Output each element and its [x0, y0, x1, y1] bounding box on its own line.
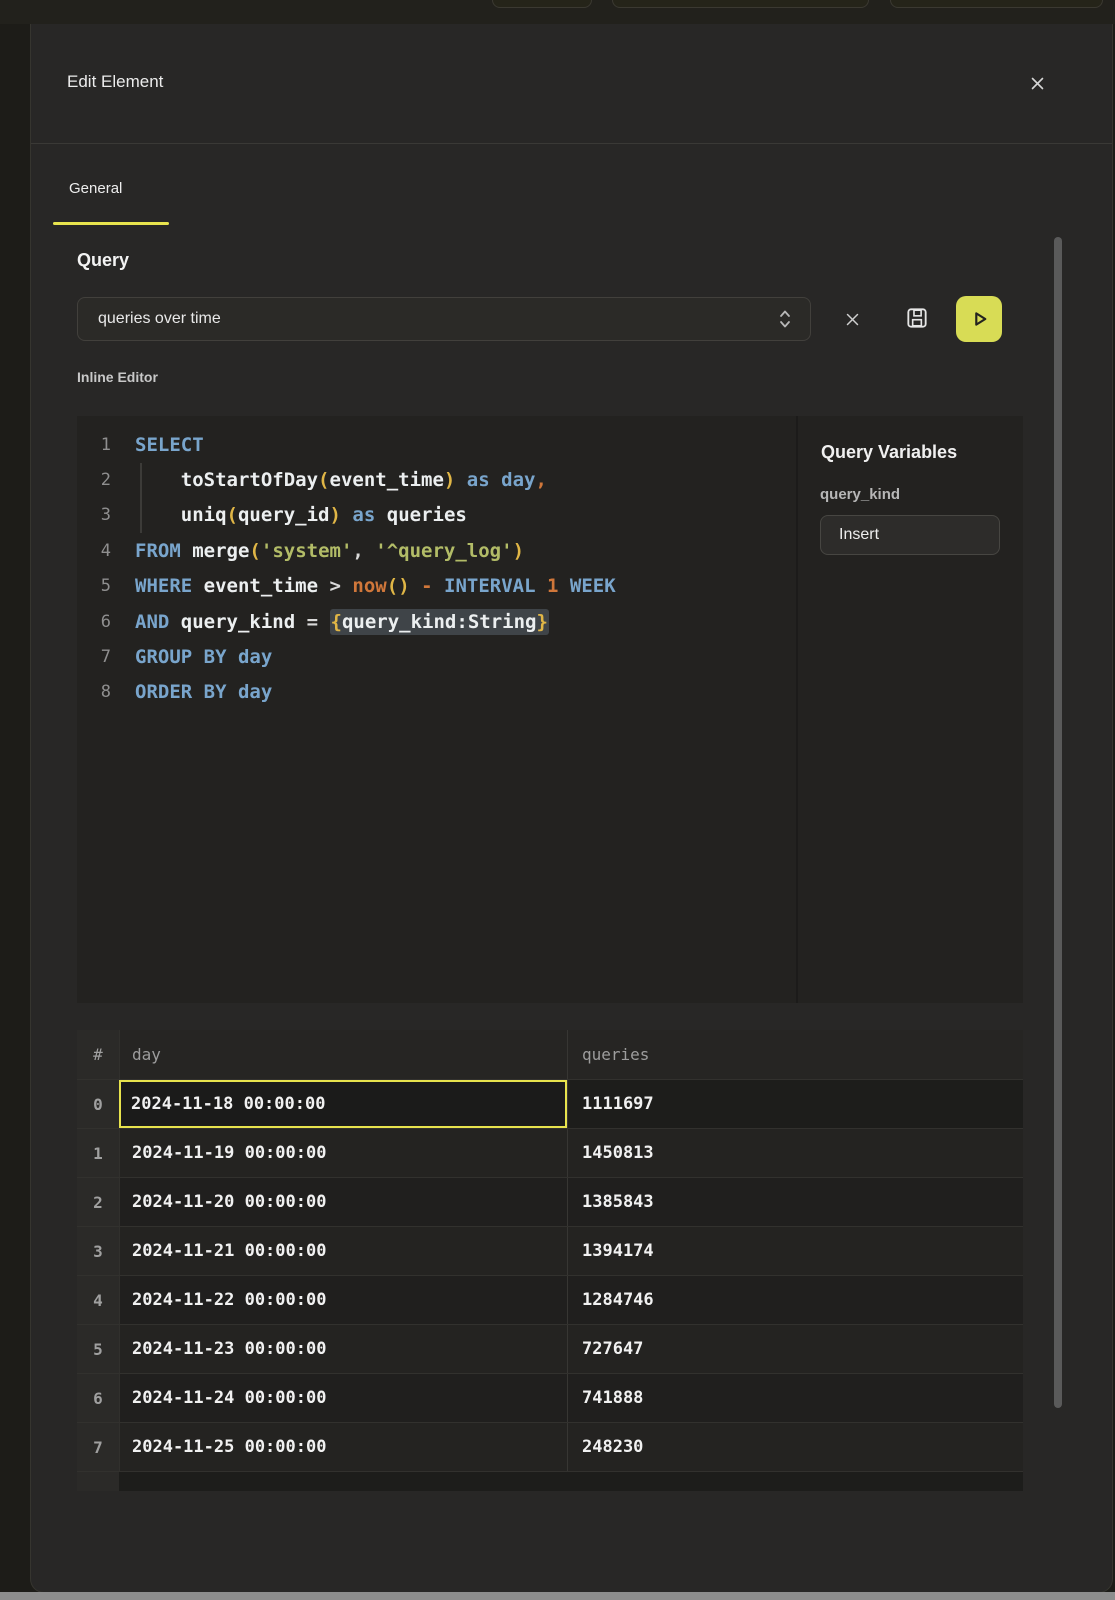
line-number: 5	[77, 576, 111, 596]
tab-general[interactable]: General	[69, 180, 122, 197]
column-header-index: #	[77, 1030, 119, 1079]
close-icon	[1030, 76, 1045, 91]
clear-query-button[interactable]	[837, 305, 867, 333]
line-number: 7	[77, 647, 111, 667]
tab-active-underline	[53, 222, 169, 225]
insert-button-label: Insert	[839, 526, 879, 544]
code-line[interactable]: 6AND query_kind = {query_kind:String}	[77, 604, 796, 639]
vertical-scrollbar[interactable]	[1054, 237, 1062, 1408]
queries-cell[interactable]: 741888	[567, 1374, 1023, 1422]
play-icon	[966, 306, 992, 332]
code-line[interactable]: 5WHERE event_time > now() - INTERVAL 1 W…	[77, 569, 796, 604]
day-cell[interactable]: 2024-11-22 00:00:00	[119, 1276, 567, 1324]
query-variables-heading: Query Variables	[821, 442, 957, 463]
day-cell[interactable]: 2024-11-20 00:00:00	[119, 1178, 567, 1226]
query-variable-token: {query_kind:String}	[330, 609, 549, 635]
line-number: 6	[77, 612, 111, 632]
chevron-updown-icon	[776, 308, 794, 330]
row-index-cell: 0	[77, 1080, 119, 1128]
save-query-button[interactable]	[900, 301, 934, 335]
table-row[interactable]: 72024-11-25 00:00:00248230	[77, 1422, 1023, 1471]
results-table: # day queries 02024-11-18 00:00:00111169…	[77, 1030, 1023, 1491]
queries-cell[interactable]: 1111697	[567, 1080, 1023, 1128]
line-number: 4	[77, 541, 111, 561]
table-row[interactable]: 52024-11-23 00:00:00727647	[77, 1324, 1023, 1373]
table-row[interactable]: 02024-11-18 00:00:001111697	[77, 1079, 1023, 1128]
queries-cell[interactable]: 727647	[567, 1325, 1023, 1373]
insert-variable-button[interactable]: Insert	[820, 515, 1000, 555]
row-index-cell: 2	[77, 1178, 119, 1226]
column-header-day: day	[119, 1030, 567, 1079]
line-number: 8	[77, 682, 111, 702]
topbar-button-3[interactable]	[890, 0, 1103, 8]
day-cell[interactable]: 2024-11-23 00:00:00	[119, 1325, 567, 1373]
tab-label: General	[69, 180, 122, 197]
queries-cell[interactable]: 1284746	[567, 1276, 1023, 1324]
clear-icon	[846, 313, 859, 326]
inline-editor-label: Inline Editor	[77, 369, 158, 385]
query-select[interactable]: queries over time	[77, 297, 811, 341]
row-index-cell: 4	[77, 1276, 119, 1324]
horizontal-scrollbar[interactable]	[0, 1592, 1115, 1600]
results-header-row: # day queries	[77, 1030, 1023, 1079]
query-variables-panel: Query Variables query_kind Insert	[798, 416, 1023, 1003]
query-section-heading: Query	[77, 250, 129, 271]
table-row[interactable]: 42024-11-22 00:00:001284746	[77, 1275, 1023, 1324]
results-footer	[77, 1471, 1023, 1491]
code-line[interactable]: 7GROUP BY day	[77, 639, 796, 674]
code-line[interactable]: 8ORDER BY day	[77, 675, 796, 710]
topbar-button-1[interactable]	[492, 0, 592, 8]
results-body: 02024-11-18 00:00:00111169712024-11-19 0…	[77, 1079, 1023, 1471]
queries-cell[interactable]: 1394174	[567, 1227, 1023, 1275]
modal-title: Edit Element	[67, 72, 163, 92]
row-index-cell: 5	[77, 1325, 119, 1373]
sql-editor-block: 1SELECT2 toStartOfDay(event_time) as day…	[77, 416, 1023, 1003]
row-index-cell: 3	[77, 1227, 119, 1275]
day-cell[interactable]: 2024-11-24 00:00:00	[119, 1374, 567, 1422]
close-button[interactable]	[1023, 69, 1051, 97]
day-cell[interactable]: 2024-11-18 00:00:00	[119, 1080, 567, 1128]
topbar-button-2[interactable]	[612, 0, 869, 8]
row-index-cell: 6	[77, 1374, 119, 1422]
variable-name-label: query_kind	[820, 486, 900, 503]
day-cell[interactable]: 2024-11-25 00:00:00	[119, 1423, 567, 1471]
code-line[interactable]: 2 toStartOfDay(event_time) as day,	[77, 462, 796, 497]
code-lines: 1SELECT2 toStartOfDay(event_time) as day…	[77, 427, 796, 710]
line-number: 3	[77, 505, 111, 525]
code-line[interactable]: 4FROM merge('system', '^query_log')	[77, 533, 796, 568]
line-number: 1	[77, 435, 111, 455]
line-number: 2	[77, 470, 111, 490]
queries-cell[interactable]: 248230	[567, 1423, 1023, 1471]
row-index-cell: 1	[77, 1129, 119, 1177]
indent-guide	[140, 463, 142, 533]
query-select-value: queries over time	[98, 310, 776, 328]
code-editor[interactable]: 1SELECT2 toStartOfDay(event_time) as day…	[77, 416, 796, 1003]
queries-cell[interactable]: 1450813	[567, 1129, 1023, 1177]
table-row[interactable]: 62024-11-24 00:00:00741888	[77, 1373, 1023, 1422]
code-line[interactable]: 3 uniq(query_id) as queries	[77, 498, 796, 533]
save-icon	[904, 305, 930, 331]
row-index-cell: 7	[77, 1423, 119, 1471]
table-row[interactable]: 22024-11-20 00:00:001385843	[77, 1177, 1023, 1226]
run-query-button[interactable]	[956, 296, 1002, 342]
code-line[interactable]: 1SELECT	[77, 427, 796, 462]
edit-element-modal: Edit Element General Query queries over …	[30, 24, 1113, 1593]
queries-cell[interactable]: 1385843	[567, 1178, 1023, 1226]
day-cell[interactable]: 2024-11-21 00:00:00	[119, 1227, 567, 1275]
table-row[interactable]: 12024-11-19 00:00:001450813	[77, 1128, 1023, 1177]
day-cell[interactable]: 2024-11-19 00:00:00	[119, 1129, 567, 1177]
header-divider	[31, 143, 1112, 144]
table-row[interactable]: 32024-11-21 00:00:001394174	[77, 1226, 1023, 1275]
column-header-queries: queries	[567, 1030, 1023, 1079]
page-topbar	[0, 0, 1115, 24]
